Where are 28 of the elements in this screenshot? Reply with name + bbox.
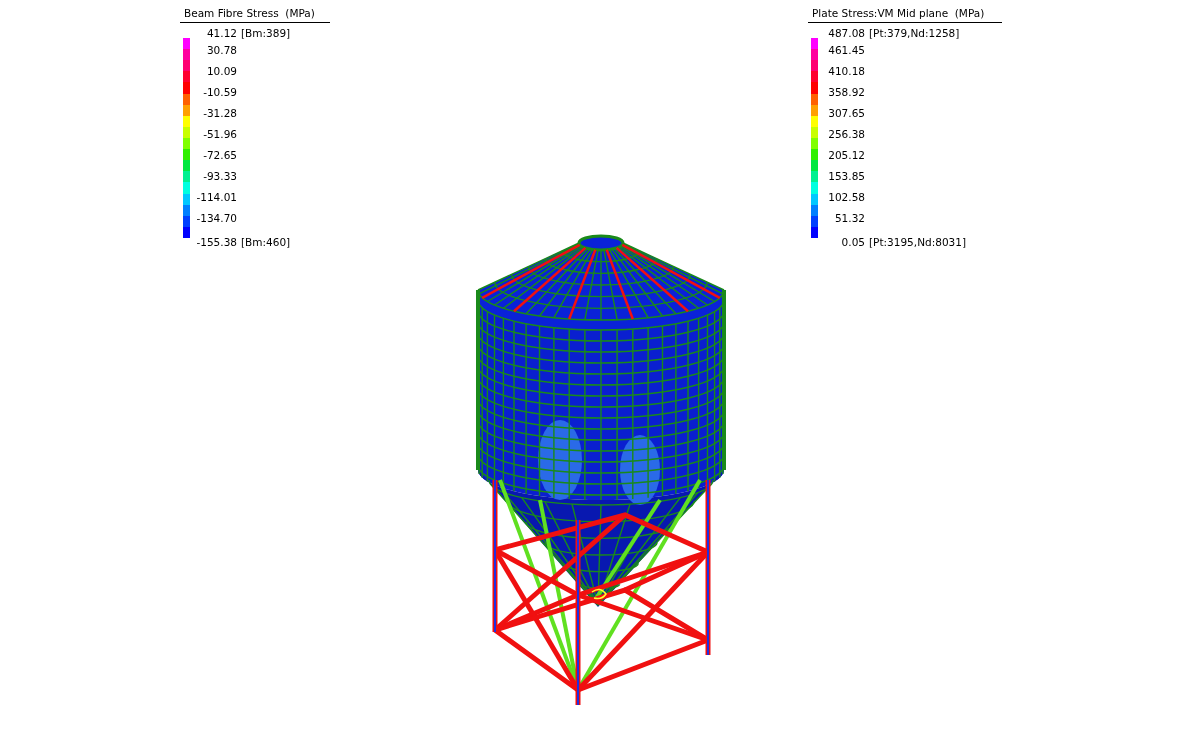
legend-tick-label: -114.01 [195,190,237,205]
legend-tick-label: -51.96 [202,127,237,142]
legend-min-value: -155.38 [195,235,237,249]
legend-tick-label: -31.28 [202,106,237,121]
legend-min-value: 0.05 [840,235,865,249]
legend-tick-label: 358.92 [827,85,865,100]
legend-tick-label: 410.18 [827,64,865,79]
legend-title: Beam Fibre Stress (MPa) [180,7,330,23]
legend-min-location: [Bm:460] [241,235,291,249]
legend-tick-label: -134.70 [195,211,237,226]
legend-tick-label: -10.59 [202,85,237,100]
legend-tick-label: -93.33 [202,169,237,184]
legend-tick-label: 307.65 [827,106,865,121]
legend-tick-label: 256.38 [827,127,865,142]
legend-max-value: 41.12 [205,26,237,40]
legend-max-location: [Bm:389] [241,26,291,40]
legend-tick-label: 10.09 [205,64,237,79]
legend-max-value: 487.08 [827,26,865,40]
legend-min-location: [Pt:3195,Nd:8031] [869,235,967,249]
legend-title: Plate Stress:VM Mid plane (MPa) [808,7,1002,23]
legend-tick-label: 102.58 [827,190,865,205]
legend-tick-label: 51.32 [833,211,865,226]
legend-tick-label: 153.85 [827,169,865,184]
legend-tick-label: 205.12 [827,148,865,163]
legend-max-location: [Pt:379,Nd:1258] [869,26,960,40]
legend-tick-label: -72.65 [202,148,237,163]
legend-tick-label: 30.78 [205,43,237,58]
legend-tick-label: 461.45 [827,43,865,58]
